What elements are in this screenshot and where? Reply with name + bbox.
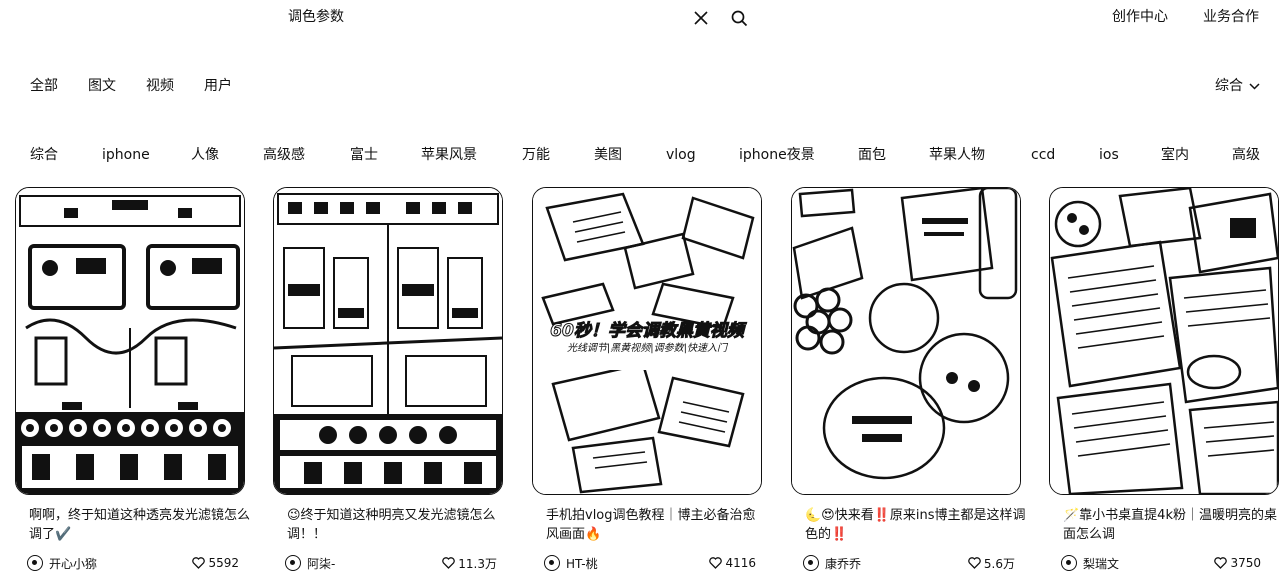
keyword-chip[interactable]: 万能 bbox=[522, 144, 550, 166]
note-title[interactable]: 啊啊，终于知道这种透亮发光滤镜怎么调了✔️ bbox=[15, 506, 257, 544]
chevron-down-icon bbox=[1249, 82, 1260, 90]
search-icon bbox=[731, 10, 747, 26]
note-card[interactable]: 🌜😍快来看‼️原来ins博主都是这样调色的‼️ 康乔乔 5.6万 bbox=[791, 187, 1026, 573]
author-name[interactable]: 开心小猕 bbox=[49, 555, 192, 572]
note-cover-image[interactable] bbox=[15, 187, 245, 495]
like-button[interactable]: 3750 bbox=[1214, 556, 1279, 570]
tab-users[interactable]: 用户 bbox=[204, 76, 232, 96]
keyword-chip[interactable]: 富士 bbox=[350, 144, 378, 166]
keyword-chip[interactable]: vlog bbox=[666, 144, 696, 166]
keyword-chip[interactable]: iphone bbox=[102, 144, 150, 166]
avatar[interactable] bbox=[285, 555, 301, 571]
keyword-chip[interactable]: 美图 bbox=[594, 144, 622, 166]
like-button[interactable]: 5.6万 bbox=[968, 555, 1021, 572]
avatar[interactable] bbox=[1061, 555, 1077, 571]
note-title[interactable]: 😉终于知道这种明亮又发光滤镜怎么调！！ bbox=[273, 506, 515, 544]
cover-illustration bbox=[1050, 188, 1278, 494]
keyword-chip[interactable]: 面包 bbox=[858, 144, 886, 166]
tab-video[interactable]: 视频 bbox=[146, 76, 174, 96]
keyword-chip[interactable]: 人像 bbox=[191, 144, 219, 166]
keyword-chip[interactable]: iphone夜景 bbox=[739, 144, 815, 166]
like-count: 4116 bbox=[725, 556, 756, 570]
like-count: 3750 bbox=[1230, 556, 1261, 570]
cover-illustration bbox=[274, 188, 502, 494]
author-name[interactable]: 梨瑞文 bbox=[1083, 555, 1214, 572]
keyword-chip[interactable]: ccd bbox=[1031, 144, 1055, 166]
note-title[interactable]: 🌜😍快来看‼️原来ins博主都是这样调色的‼️ bbox=[791, 506, 1033, 544]
heart-icon bbox=[442, 557, 456, 569]
sort-label: 综合 bbox=[1215, 78, 1243, 94]
clear-search-button[interactable] bbox=[690, 7, 712, 29]
content-type-tabs: 全部 图文 视频 用户 bbox=[30, 76, 262, 96]
heart-icon bbox=[968, 557, 981, 569]
note-cover-image[interactable]: 60秒！学会调教黑黄视频 光线调节|黑黄视频|调参数|快速入门 bbox=[532, 187, 762, 495]
like-count: 5592 bbox=[208, 556, 239, 570]
note-card[interactable]: 🪄靠小书桌直提4k粉｜温暖明亮的桌面怎么调 梨瑞文 3750 bbox=[1049, 187, 1279, 573]
like-button[interactable]: 4116 bbox=[709, 556, 762, 570]
keyword-chip[interactable]: 苹果人物 bbox=[929, 144, 985, 166]
keyword-chip[interactable]: ios bbox=[1099, 144, 1119, 166]
keyword-chip[interactable]: 高级 bbox=[1232, 144, 1260, 166]
tab-all[interactable]: 全部 bbox=[30, 76, 58, 96]
sort-dropdown[interactable]: 综合 bbox=[1215, 76, 1260, 96]
avatar[interactable] bbox=[27, 555, 43, 571]
like-button[interactable]: 5592 bbox=[192, 556, 245, 570]
business-link[interactable]: 业务合作 bbox=[1203, 7, 1259, 27]
note-cover-image[interactable] bbox=[273, 187, 503, 495]
creator-center-link[interactable]: 创作中心 bbox=[1112, 7, 1168, 27]
like-count: 5.6万 bbox=[983, 556, 1015, 571]
keyword-filter-row: 综合 iphone 人像 高级感 富士 苹果风景 万能 美图 vlog ipho… bbox=[0, 144, 1280, 166]
close-icon bbox=[694, 11, 708, 25]
cover-overlay-subtitle: 光线调节|黑黄视频|调参数|快速入门 bbox=[543, 342, 751, 356]
cover-illustration bbox=[16, 188, 244, 494]
note-card[interactable]: 60秒！学会调教黑黄视频 光线调节|黑黄视频|调参数|快速入门 手机拍vlog调… bbox=[532, 187, 762, 573]
avatar[interactable] bbox=[544, 555, 560, 571]
note-title[interactable]: 🪄靠小书桌直提4k粉｜温暖明亮的桌面怎么调 bbox=[1049, 506, 1280, 544]
note-card[interactable]: 😉终于知道这种明亮又发光滤镜怎么调！！ 阿柒- 11.3万 bbox=[273, 187, 503, 573]
like-button[interactable]: 11.3万 bbox=[442, 555, 503, 572]
cover-overlay-title: 60秒！学会调教黑黄视频 bbox=[550, 321, 745, 342]
author-name[interactable]: 康乔乔 bbox=[825, 555, 968, 572]
heart-icon bbox=[709, 557, 723, 569]
note-cover-image[interactable] bbox=[791, 187, 1021, 495]
keyword-chip[interactable]: 综合 bbox=[30, 144, 58, 166]
author-name[interactable]: 阿柒- bbox=[307, 555, 442, 572]
keyword-chip[interactable]: 室内 bbox=[1161, 144, 1189, 166]
cover-illustration bbox=[533, 188, 761, 494]
like-count: 11.3万 bbox=[458, 556, 497, 571]
heart-icon bbox=[192, 557, 206, 569]
search-input[interactable]: 调色参数 bbox=[288, 7, 344, 27]
note-cover-image[interactable] bbox=[1049, 187, 1279, 495]
cover-illustration bbox=[792, 188, 1020, 494]
author-name[interactable]: HT-桃 bbox=[566, 555, 709, 572]
search-button[interactable] bbox=[728, 7, 750, 29]
note-title[interactable]: 手机拍vlog调色教程｜博主必备治愈风画面🔥 bbox=[532, 506, 774, 544]
keyword-chip[interactable]: 高级感 bbox=[263, 144, 305, 166]
tab-notes[interactable]: 图文 bbox=[88, 76, 116, 96]
heart-icon bbox=[1214, 557, 1228, 569]
avatar[interactable] bbox=[803, 555, 819, 571]
keyword-chip[interactable]: 苹果风景 bbox=[421, 144, 477, 166]
note-card[interactable]: 啊啊，终于知道这种透亮发光滤镜怎么调了✔️ 开心小猕 5592 bbox=[15, 187, 250, 573]
